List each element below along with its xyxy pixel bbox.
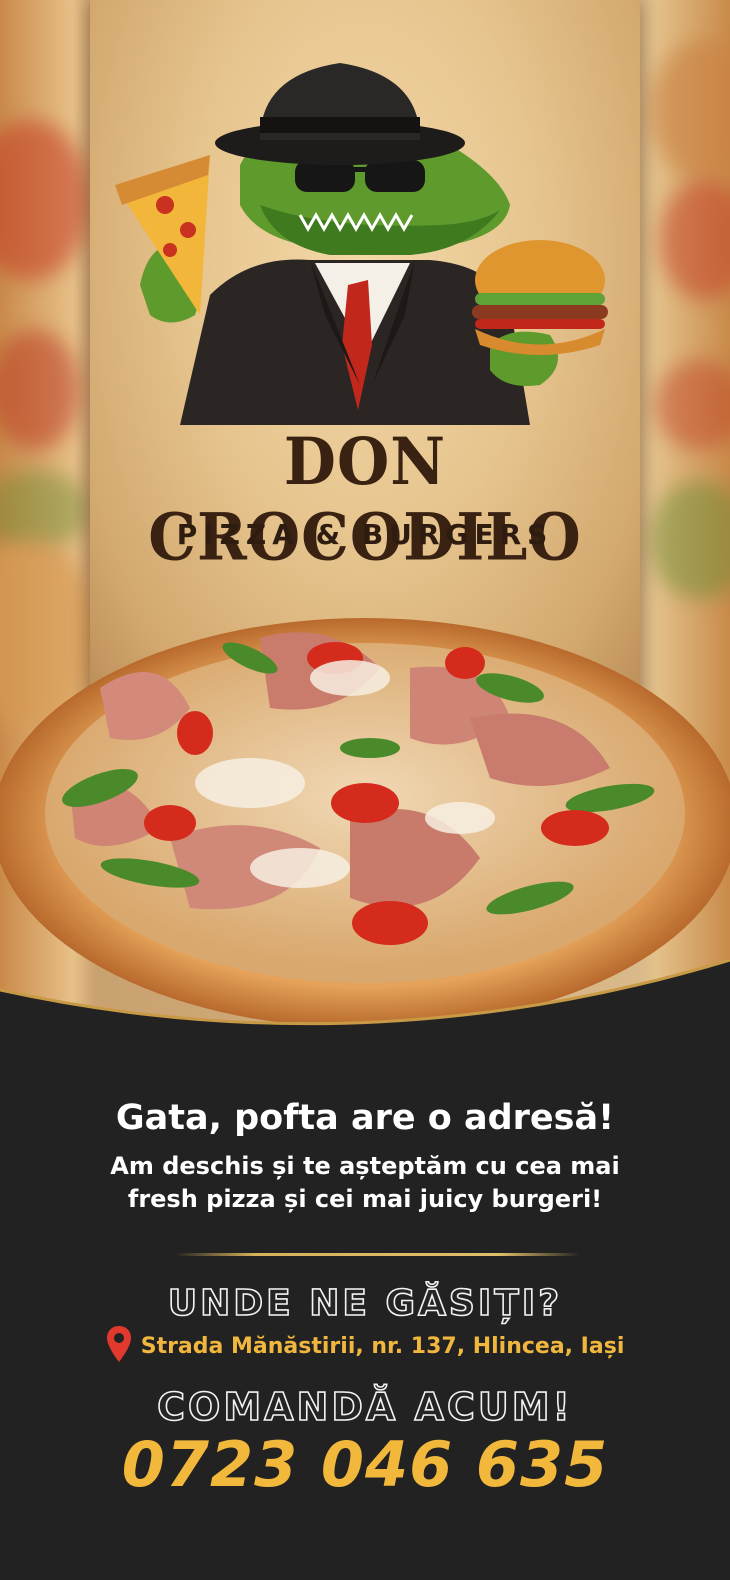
location-title: UNDE NE GĂSIȚI? <box>167 1282 563 1325</box>
blurred-tomato-left-2 <box>0 330 80 450</box>
blurred-tomato-right <box>660 180 730 300</box>
promo-intro: Am deschis și te așteptăm cu cea mai fre… <box>60 1150 670 1216</box>
blurred-crust-right <box>650 40 730 180</box>
address-link[interactable]: Strada Mănăstirii, nr. 137, Hlincea, Iaș… <box>141 1334 625 1359</box>
promo-intro-line-1: Am deschis și te așteptăm cu cea mai <box>110 1152 620 1180</box>
brand-tagline: PIZZA & BURGERS <box>176 518 554 551</box>
blurred-greens-right <box>650 480 730 600</box>
address-row: Strada Mănăstirii, nr. 137, Hlincea, Iaș… <box>0 1325 730 1365</box>
gold-divider <box>175 1253 580 1256</box>
order-title: COMANDĂ ACUM! <box>156 1384 573 1430</box>
promo-intro-line-2: fresh pizza și cei mai juicy burgeri! <box>127 1185 603 1213</box>
blurred-tomato-right-2 <box>655 360 730 450</box>
promo-headline: Gata, pofta are o adresă! <box>115 1098 615 1138</box>
phone-number-link[interactable]: 0723 046 635 <box>0 1428 730 1501</box>
blurred-tomato-left <box>0 120 90 280</box>
blurred-greens-left <box>0 470 90 550</box>
crocodile-mascot-logo <box>115 63 608 425</box>
dark-wave-divider <box>0 960 730 1080</box>
brand-name: DON CROCODILO <box>148 424 582 576</box>
map-pin-icon <box>106 1326 131 1362</box>
